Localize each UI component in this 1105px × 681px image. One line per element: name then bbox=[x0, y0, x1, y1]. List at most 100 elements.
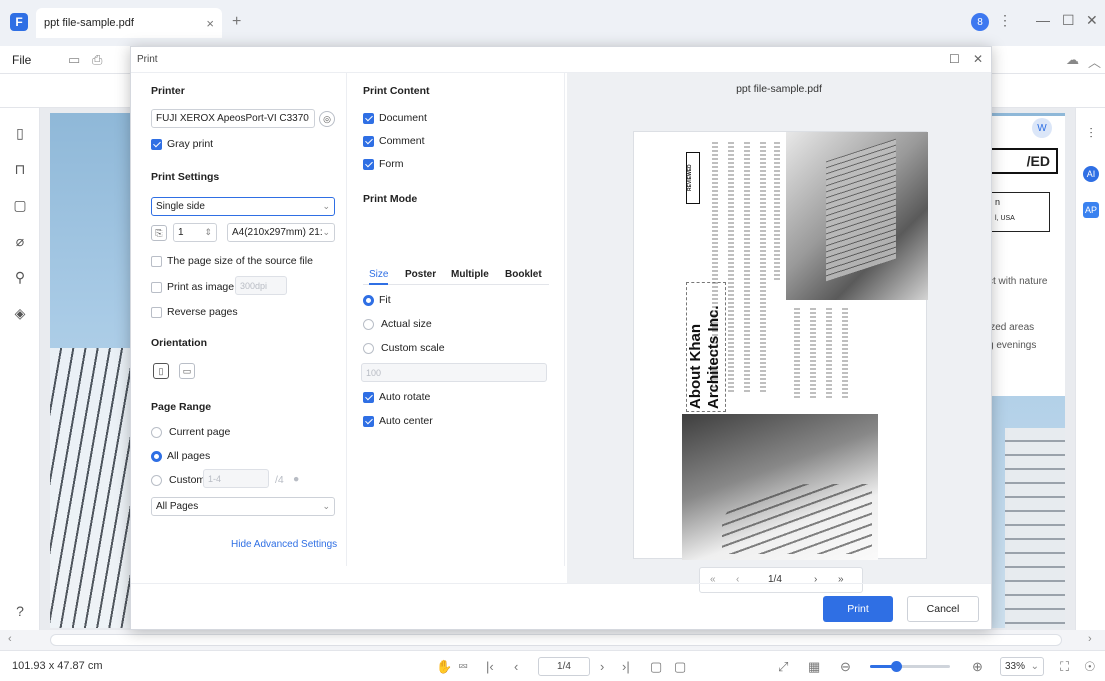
select-tool-icon[interactable]: ⮹ bbox=[458, 659, 468, 675]
preview-heading: About Khan Architects Inc. bbox=[687, 305, 722, 409]
dialog-close-icon[interactable]: ✕ bbox=[973, 52, 983, 66]
custom-range-input: 1-4 bbox=[203, 469, 269, 488]
actual-size-radio[interactable] bbox=[363, 319, 374, 330]
page-dimensions: 101.93 x 47.87 cm bbox=[12, 660, 103, 672]
scroll-left-icon[interactable]: ‹ bbox=[8, 633, 12, 645]
custom-scale-input: 100 bbox=[361, 363, 547, 382]
background-info-n: n bbox=[995, 197, 1001, 207]
reading-mode-icon[interactable]: ☉ bbox=[1084, 659, 1096, 675]
landscape-icon[interactable]: ▭ bbox=[179, 363, 195, 379]
comment-checkbox[interactable] bbox=[363, 136, 374, 147]
next-page-icon[interactable]: › bbox=[600, 659, 604, 674]
gray-print-checkbox[interactable] bbox=[151, 139, 162, 150]
print-as-image-label: Print as image bbox=[167, 281, 235, 293]
paper-size-select[interactable]: A4(210x297mm) 21: ⌄ bbox=[227, 223, 335, 242]
tab-poster[interactable]: Poster bbox=[405, 269, 436, 280]
user-avatar[interactable]: 8 bbox=[971, 13, 989, 31]
hide-advanced-settings-link[interactable]: Hide Advanced Settings bbox=[231, 539, 337, 550]
stepper-icon[interactable]: ⇕ bbox=[204, 227, 212, 238]
fit-width-icon[interactable]: ⤢ bbox=[778, 659, 788, 675]
zoom-slider-handle[interactable] bbox=[891, 661, 903, 672]
right-sidebar: ⫶ AI AP bbox=[1075, 108, 1105, 630]
horizontal-scrollbar[interactable]: ‹ › bbox=[8, 630, 1092, 650]
paper-size-value: A4(210x297mm) 21: bbox=[232, 227, 323, 238]
reverse-pages-checkbox[interactable] bbox=[151, 307, 162, 318]
tab-booklet[interactable]: Booklet bbox=[505, 269, 542, 280]
current-page-label: Current page bbox=[169, 426, 231, 438]
settings-sliders-icon[interactable]: ⫶ bbox=[1082, 124, 1100, 142]
title-bar: F ppt file-sample.pdf × + 8 ⋮ — ☐ ✕ bbox=[0, 0, 1105, 46]
prev-page-icon[interactable]: ‹ bbox=[514, 659, 518, 674]
page-subset-select[interactable]: All Pages ⌄ bbox=[151, 497, 335, 516]
form-checkbox[interactable] bbox=[363, 159, 374, 170]
portrait-icon[interactable]: ▯ bbox=[153, 363, 169, 379]
print-as-image-checkbox[interactable] bbox=[151, 282, 162, 293]
save-icon[interactable]: ▭ bbox=[68, 52, 80, 68]
background-page-card: W /ED n l, USA ct with nature ized areas… bbox=[980, 116, 1065, 396]
preview-text-column bbox=[810, 308, 816, 398]
printer-properties-icon[interactable]: ◎ bbox=[319, 111, 335, 127]
info-icon[interactable]: ● bbox=[293, 473, 299, 485]
tab-close-icon[interactable]: × bbox=[206, 16, 214, 31]
auto-center-checkbox[interactable] bbox=[363, 416, 374, 427]
duplex-select[interactable]: Single side ⌄ bbox=[151, 197, 335, 216]
fit-radio[interactable] bbox=[363, 295, 374, 306]
cancel-button[interactable]: Cancel bbox=[907, 596, 979, 622]
maximize-icon[interactable]: ☐ bbox=[1062, 12, 1075, 29]
chevron-down-icon: ⌄ bbox=[302, 113, 310, 123]
single-page-view-icon[interactable]: ▢ bbox=[650, 659, 662, 675]
layers-icon[interactable]: ◈ bbox=[11, 304, 29, 322]
custom-scale-radio[interactable] bbox=[363, 343, 374, 354]
comment-icon[interactable]: ▢ bbox=[11, 196, 29, 214]
menu-file[interactable]: File bbox=[12, 53, 31, 67]
fullscreen-icon[interactable]: ⛶ bbox=[1060, 659, 1069, 675]
help-icon[interactable]: ? bbox=[11, 602, 29, 620]
zoom-slider[interactable] bbox=[870, 661, 950, 672]
collapse-icon[interactable]: ︿ bbox=[1088, 52, 1101, 71]
scroll-right-icon[interactable]: › bbox=[1088, 633, 1092, 645]
print-icon[interactable]: ⎙ bbox=[92, 52, 102, 68]
page-number-input[interactable]: 1/4 bbox=[538, 657, 590, 676]
copies-value: 1 bbox=[178, 227, 184, 238]
two-page-view-icon[interactable]: ▢ bbox=[674, 659, 686, 675]
scroll-track[interactable] bbox=[50, 634, 1062, 646]
first-page-icon[interactable]: |‹ bbox=[486, 659, 494, 674]
new-tab-icon[interactable]: + bbox=[232, 13, 241, 31]
preview-building-photo-top bbox=[786, 132, 928, 300]
printer-select[interactable]: FUJI XEROX ApeosPort-VI C3370 ⌄ bbox=[151, 109, 315, 128]
cloud-icon[interactable]: ☁ bbox=[1066, 52, 1079, 68]
ai-assistant-icon[interactable]: AI bbox=[1083, 166, 1099, 182]
apps-icon[interactable]: AP bbox=[1083, 202, 1099, 218]
more-icon[interactable]: ⋮ bbox=[998, 12, 1012, 29]
zoom-in-icon[interactable]: ⊕ bbox=[972, 659, 983, 675]
all-pages-radio[interactable] bbox=[151, 451, 162, 462]
document-checkbox[interactable] bbox=[363, 113, 374, 124]
last-page-icon[interactable]: ›| bbox=[622, 659, 630, 674]
auto-rotate-checkbox[interactable] bbox=[363, 392, 374, 403]
dialog-maximize-icon[interactable]: ☐ bbox=[949, 52, 960, 66]
page-size-source-checkbox[interactable] bbox=[151, 256, 162, 267]
background-info-box: n l, USA bbox=[990, 192, 1050, 232]
zoom-out-icon[interactable]: ⊖ bbox=[840, 659, 851, 675]
tab-size[interactable]: Size bbox=[369, 269, 389, 285]
reviewed-stamp: /ED bbox=[988, 148, 1058, 174]
workspace-badge[interactable]: W bbox=[1032, 118, 1052, 138]
print-button[interactable]: Print bbox=[823, 596, 893, 622]
current-page-radio[interactable] bbox=[151, 427, 162, 438]
search-icon[interactable]: ⚲ bbox=[11, 268, 29, 286]
document-tab[interactable]: ppt file-sample.pdf × bbox=[36, 8, 222, 38]
attachment-icon[interactable]: ⌀ bbox=[11, 232, 29, 250]
page-layout-icon[interactable]: ▦ bbox=[808, 659, 820, 675]
hand-tool-icon[interactable]: ✋ bbox=[436, 659, 452, 675]
custom-range-radio[interactable] bbox=[151, 475, 162, 486]
bookmark-icon[interactable]: ⊓ bbox=[11, 160, 29, 178]
minimize-icon[interactable]: — bbox=[1036, 12, 1050, 28]
zoom-level-select[interactable]: 33% ⌄ bbox=[1000, 657, 1044, 676]
copies-stepper[interactable]: 1 ⇕ bbox=[173, 223, 217, 242]
tab-multiple[interactable]: Multiple bbox=[451, 269, 489, 280]
gray-print-label: Gray print bbox=[167, 138, 214, 150]
close-window-icon[interactable]: ✕ bbox=[1086, 12, 1098, 29]
background-building-image-2 bbox=[1005, 428, 1065, 628]
page-icon[interactable]: ▯ bbox=[11, 124, 29, 142]
preview-text-column bbox=[744, 142, 750, 392]
